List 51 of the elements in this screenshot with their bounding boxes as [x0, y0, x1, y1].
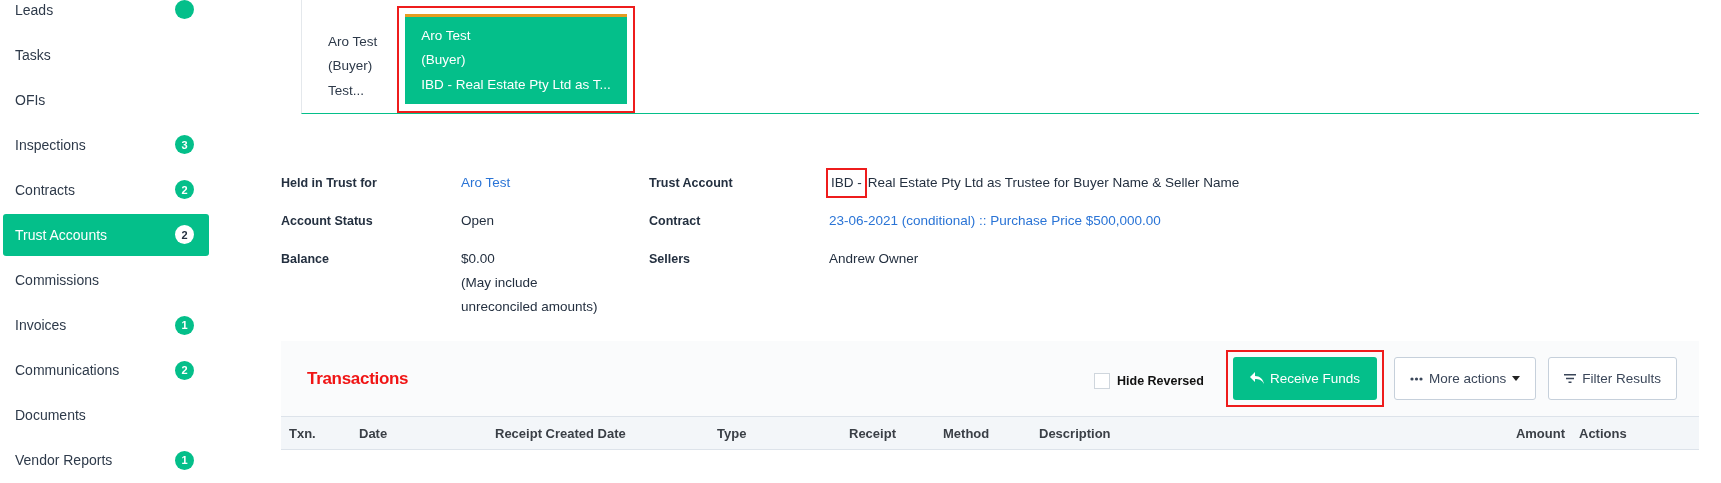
field-label: Contract: [649, 213, 702, 230]
count-badge: 3: [175, 135, 194, 155]
column-header: Amount: [1514, 425, 1565, 441]
count-badge: 1: [175, 450, 194, 470]
more-actions-button[interactable]: More actions: [1393, 357, 1537, 400]
count-badge: 2: [175, 225, 194, 245]
caret-icon: [1512, 376, 1521, 381]
section-title: Transactions: [307, 368, 409, 389]
field-value: $0.00: [461, 250, 496, 268]
sidebar-item[interactable]: Communications 2: [3, 347, 209, 393]
column-header: Receipt: [849, 425, 897, 441]
sidebar-item[interactable]: OFIs: [3, 77, 209, 123]
checkbox-label: Hide Reversed: [1117, 373, 1204, 388]
sidebar-item[interactable]: Vendor Reports 1: [3, 437, 209, 483]
sidebar-item[interactable]: Invoices 1: [3, 302, 209, 348]
sidebar-item[interactable]: Commissions: [3, 257, 209, 303]
column-header: Type: [717, 425, 748, 441]
sidebar-item[interactable]: Documents: [3, 392, 209, 438]
field-value: unreconciled amounts): [461, 298, 599, 316]
field-label: Balance: [281, 251, 330, 268]
field-value: Real Estate Pty Ltd as Trustee for Buyer Name & Seller Name: [867, 174, 1240, 192]
sidebar-item[interactable]: Trust Accounts 2: [3, 214, 209, 256]
column-header: Txn.: [288, 425, 317, 441]
field-label: Trust Account: [649, 175, 734, 192]
account-tab[interactable]: Aro Test (Buyer) Test...: [328, 20, 378, 109]
count-badge: 2: [175, 180, 194, 200]
count-badge: 2: [175, 360, 194, 380]
field-label: Account Status: [281, 213, 374, 230]
reply-arrow-icon: [1249, 372, 1264, 385]
filter-button[interactable]: Filter Results: [1548, 357, 1677, 400]
count-badge: 1: [175, 315, 194, 335]
account-code: IBD -: [829, 171, 864, 195]
column-header: Description: [1039, 425, 1112, 441]
detail-link[interactable]: 23-06-2021 (conditional) :: Purchase Price $500,000.00: [829, 209, 1699, 233]
detail-link[interactable]: Aro Test: [461, 171, 649, 195]
column-header: Date: [359, 425, 389, 441]
sidebar-item[interactable]: Contracts 2: [3, 167, 209, 213]
sidebar-item[interactable]: Tasks: [3, 32, 209, 78]
column-header: Actions: [1578, 425, 1628, 441]
field-label: Held in Trust for: [281, 175, 378, 192]
sidebar-item[interactable]: Leads: [3, 0, 209, 33]
dots-icon: [1409, 376, 1423, 381]
checkbox[interactable]: [1094, 372, 1111, 389]
filter-icon: [1564, 374, 1577, 383]
field-label: Sellers: [649, 251, 691, 268]
sidebar-item[interactable]: Inspections 3: [3, 122, 209, 168]
column-header: Receipt Created Date: [495, 425, 627, 441]
column-header: Method: [943, 425, 991, 441]
field-value: Andrew Owner: [829, 250, 920, 268]
field-value: Open: [461, 212, 496, 230]
field-value: (May include: [461, 274, 539, 292]
